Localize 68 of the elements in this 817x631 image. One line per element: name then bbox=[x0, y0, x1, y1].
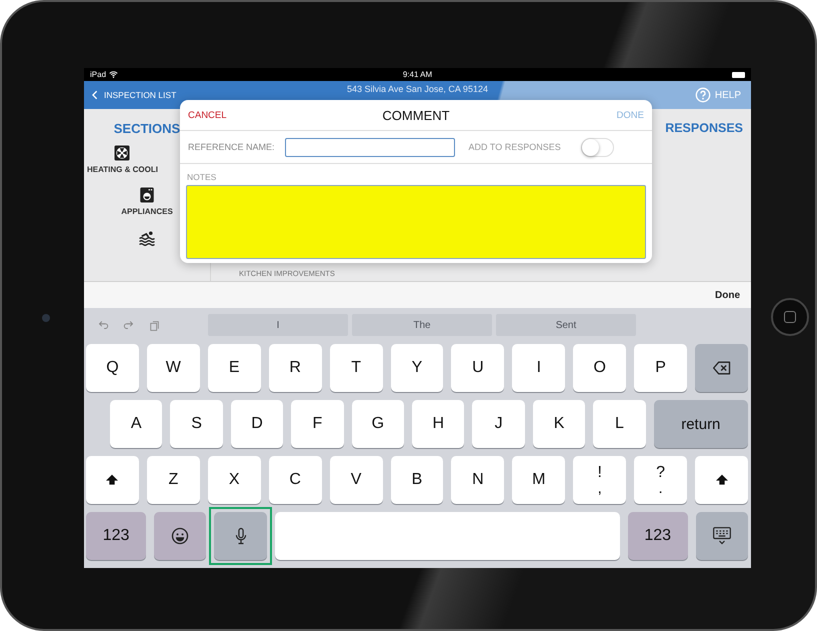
letter-key[interactable]: U bbox=[451, 344, 504, 392]
keyboard-icon bbox=[712, 526, 732, 546]
letter-key[interactable]: X bbox=[208, 456, 261, 504]
reference-name-label: REFERENCE NAME: bbox=[188, 142, 275, 152]
letter-key[interactable]: R bbox=[268, 344, 322, 392]
shift-key[interactable] bbox=[86, 456, 139, 504]
sections-heading: SECTIONS bbox=[114, 121, 180, 136]
wifi-icon bbox=[109, 70, 118, 79]
letter-key[interactable]: T bbox=[330, 344, 383, 392]
letter-key[interactable]: B bbox=[390, 456, 444, 504]
notes-label: NOTES bbox=[186, 171, 218, 184]
home-button[interactable] bbox=[771, 298, 809, 336]
dialog-title: COMMENT bbox=[382, 108, 450, 122]
hide-keyboard-key[interactable] bbox=[696, 512, 748, 560]
letter-key[interactable]: A bbox=[110, 400, 162, 448]
letter-key[interactable]: K bbox=[532, 400, 586, 448]
punctuation-key[interactable]: ! , bbox=[573, 456, 626, 504]
letter-key[interactable]: Q bbox=[86, 344, 139, 392]
carrier-label: iPad bbox=[90, 70, 106, 79]
letter-key[interactable]: W bbox=[146, 344, 200, 392]
letter-key[interactable]: P bbox=[634, 344, 688, 392]
letter-key[interactable]: J bbox=[472, 400, 525, 448]
section-item[interactable]: HEATING & COOLI bbox=[87, 165, 158, 174]
help-icon bbox=[694, 87, 711, 103]
washer-icon bbox=[138, 186, 156, 204]
letter-key[interactable]: I bbox=[512, 344, 566, 392]
letter-key[interactable]: Z bbox=[146, 456, 200, 504]
letter-key[interactable]: E bbox=[208, 344, 261, 392]
letter-key[interactable]: M bbox=[512, 456, 566, 504]
toggle-switch[interactable] bbox=[580, 138, 614, 156]
done-button[interactable]: Done bbox=[715, 290, 740, 300]
smiley-icon bbox=[170, 526, 190, 546]
letter-key[interactable]: H bbox=[412, 400, 464, 448]
suggestion-item[interactable]: I bbox=[208, 314, 348, 336]
section-item[interactable]: APPLIANCES bbox=[121, 207, 173, 216]
letter-key[interactable]: V bbox=[330, 456, 383, 504]
paste-button[interactable] bbox=[148, 318, 161, 332]
letter-key[interactable]: S bbox=[170, 400, 223, 448]
address-title: 543 Silvia Ave San Jose, CA 95124 bbox=[347, 84, 488, 94]
back-link[interactable]: INSPECTION LIST bbox=[90, 89, 176, 101]
suggestion-item[interactable]: Sent bbox=[496, 314, 636, 336]
letter-key[interactable]: F bbox=[291, 400, 344, 448]
punctuation-key[interactable]: ? . bbox=[634, 456, 688, 504]
reference-name-field[interactable] bbox=[284, 138, 455, 156]
shift-key[interactable] bbox=[695, 456, 748, 504]
return-key[interactable]: return bbox=[654, 400, 748, 448]
clock-time: 9:41 AM bbox=[402, 70, 432, 79]
emoji-key[interactable] bbox=[154, 512, 206, 560]
backspace-key[interactable] bbox=[695, 344, 748, 392]
suggestion-item[interactable]: The bbox=[352, 314, 492, 336]
numbers-key[interactable]: 123 bbox=[86, 512, 146, 560]
add-to-responses-label: ADD TO RESPONSES bbox=[468, 142, 561, 152]
letter-key[interactable]: O bbox=[573, 344, 626, 392]
back-chevron-icon bbox=[90, 89, 100, 101]
clipboard-icon bbox=[148, 318, 161, 332]
letter-key[interactable]: Y bbox=[390, 344, 444, 392]
letter-key[interactable]: N bbox=[451, 456, 504, 504]
fan-icon bbox=[113, 144, 132, 162]
letter-key[interactable]: L bbox=[593, 400, 646, 448]
letter-key[interactable]: D bbox=[230, 400, 284, 448]
letter-key[interactable]: G bbox=[352, 400, 404, 448]
letter-key[interactable]: C bbox=[268, 456, 322, 504]
numbers-key[interactable]: 123 bbox=[628, 512, 688, 560]
notes-field[interactable] bbox=[186, 185, 646, 259]
cancel-link[interactable]: CANCEL bbox=[188, 110, 227, 120]
responses-heading: RESPONSES bbox=[665, 121, 743, 135]
battery-icon bbox=[732, 72, 745, 78]
camera-icon bbox=[42, 314, 50, 322]
